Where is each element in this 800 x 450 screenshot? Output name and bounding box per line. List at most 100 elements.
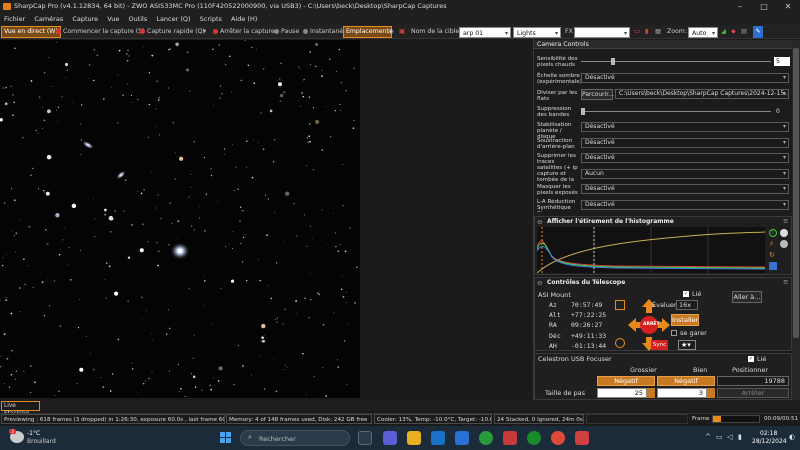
live-stacking-tab[interactable]: Live Stacking — [1, 401, 40, 417]
menu-file[interactable]: Fichier — [4, 15, 25, 23]
app-green2-icon[interactable] — [527, 431, 541, 445]
target-name-input[interactable]: arp 01 — [459, 27, 511, 39]
fine-negative-button[interactable]: Négatif — [657, 376, 715, 386]
banding-slider[interactable] — [581, 111, 771, 112]
chrome-icon[interactable] — [551, 431, 565, 445]
position-input[interactable]: 19788 — [717, 376, 789, 386]
sync-button[interactable]: Sync — [651, 340, 668, 350]
star-reduction-select[interactable]: Désactivé — [581, 200, 789, 210]
menu-help[interactable]: Aide (H) — [231, 15, 257, 23]
menu-capture[interactable]: Capture — [72, 15, 98, 23]
store-icon[interactable] — [455, 431, 469, 445]
background-sub-select[interactable]: Désactivé — [581, 138, 789, 148]
scrollbar-thumb[interactable] — [793, 48, 799, 338]
west-arrow[interactable] — [628, 318, 642, 332]
grid-icon[interactable]: ▦ — [655, 26, 661, 38]
browse-button[interactable]: Parcourir... — [581, 89, 614, 100]
menu-tools[interactable]: Outils — [128, 15, 147, 23]
hotpixel-slider-handle[interactable] — [611, 58, 615, 65]
star-select[interactable]: ★▾ — [678, 340, 696, 350]
frame-type-select[interactable]: Lights — [513, 27, 561, 39]
exposed-pixels-select[interactable]: Désactivé — [581, 184, 789, 194]
pause-button[interactable]: Pause — [274, 26, 299, 38]
stabilization-select[interactable]: Désactivé — [581, 122, 789, 132]
sharpcap-icon[interactable] — [575, 431, 589, 445]
edge-icon[interactable] — [431, 431, 445, 445]
info-icon[interactable]: i — [769, 229, 777, 237]
menu-view[interactable]: Vue — [107, 15, 119, 23]
quick-capture-dropdown[interactable]: ▾ — [203, 26, 206, 38]
star — [353, 67, 355, 70]
pin-icon[interactable]: ✎ — [753, 26, 763, 38]
goto-button[interactable]: Aller à... — [732, 291, 762, 303]
focuser-stop-button[interactable]: Arrêter — [717, 388, 789, 398]
stop-capture-button[interactable]: Arrêter la capture — [213, 26, 275, 38]
histogram-menu-icon[interactable]: ≡ — [783, 217, 788, 225]
telescope-menu-icon[interactable]: ≡ — [783, 278, 788, 286]
rate-select[interactable]: 16x — [676, 300, 698, 310]
app-green-icon[interactable] — [479, 431, 493, 445]
save-icon[interactable] — [769, 262, 777, 270]
coarse-negative-button[interactable]: Négatif — [597, 376, 655, 386]
histogram-chart[interactable] — [537, 227, 765, 273]
dark-scale-select[interactable]: Désactivé — [581, 73, 789, 83]
park-checkbox[interactable] — [671, 330, 677, 336]
coarse-step-input[interactable]: 25 — [597, 388, 647, 398]
settings-icon[interactable]: ▤ — [741, 26, 747, 38]
tray-chevron-icon[interactable]: ^ — [705, 433, 711, 441]
menu-cameras[interactable]: Caméras — [34, 15, 63, 23]
reset-icon[interactable] — [780, 240, 788, 248]
hotpixel-value[interactable]: 5 — [774, 57, 790, 66]
teams-icon[interactable] — [383, 431, 397, 445]
live-view-button[interactable]: Vue en direct (W) — [1, 26, 61, 38]
search-box[interactable]: ⌕ Rechercher — [240, 430, 350, 446]
fine-step-spinner[interactable] — [707, 388, 715, 398]
fine-step-input[interactable]: 3 — [657, 388, 707, 398]
banding-value[interactable]: 0 — [774, 107, 790, 116]
lightning-icon[interactable]: ⚡ — [769, 240, 774, 248]
install-button[interactable]: Installer — [671, 314, 699, 326]
banding-slider-handle[interactable] — [581, 108, 585, 115]
zoom-select[interactable]: Auto — [688, 27, 718, 39]
snapshot-button[interactable]: Instantané — [303, 26, 343, 38]
app-red-icon[interactable] — [503, 431, 517, 445]
minimize-button[interactable]: – — [728, 0, 752, 13]
maximize-button[interactable]: □ — [752, 0, 776, 13]
save-location-button[interactable]: Emplacement — [343, 26, 392, 38]
contrast-icon[interactable] — [780, 229, 788, 237]
file-explorer-icon[interactable] — [407, 431, 421, 445]
menu-launch[interactable]: Lancer (Q) — [156, 15, 190, 23]
collapse-icon[interactable]: ⊖ — [537, 279, 542, 287]
satellite-mode-select[interactable]: Aucun — [581, 169, 789, 179]
linked-checkbox[interactable]: ✓ — [683, 291, 689, 297]
clock-time[interactable]: 02:18 — [760, 430, 777, 437]
clock-date[interactable]: 28/12/2024 — [752, 438, 787, 445]
volume-icon[interactable]: ◁ — [727, 433, 732, 441]
fps-icon[interactable]: ▭ — [634, 26, 640, 38]
close-button[interactable]: ✕ — [776, 0, 800, 13]
red-icon[interactable]: ▮ — [645, 26, 648, 38]
image-viewer[interactable] — [0, 40, 360, 398]
alert-icon[interactable]: ◆ — [731, 26, 736, 38]
flats-path-select[interactable]: C:\Users\beck\Desktop\SharpCap Captures\… — [615, 89, 789, 99]
reticle-icon[interactable]: ◉ — [388, 26, 393, 38]
network-icon[interactable]: ▭ — [716, 433, 723, 441]
histogram-icon[interactable]: ◢ — [721, 26, 726, 38]
coarse-step-spinner[interactable] — [647, 388, 655, 398]
quick-capture-button[interactable]: Capture rapide (Q) — [140, 26, 205, 38]
menu-scripts[interactable]: Scripts — [200, 15, 222, 23]
fx-select[interactable] — [574, 27, 630, 39]
target-icon[interactable] — [615, 338, 625, 348]
park-icon[interactable] — [615, 300, 625, 310]
focuser-linked-checkbox[interactable]: ✓ — [748, 356, 754, 362]
start-icon[interactable] — [220, 432, 232, 444]
collapse-icon[interactable]: ⊖ — [537, 218, 542, 226]
task-view-icon[interactable] — [358, 431, 372, 445]
hotpixel-slider[interactable] — [581, 61, 771, 62]
panel-scrollbar[interactable] — [792, 40, 800, 400]
refresh-icon[interactable]: ↻ — [769, 251, 775, 259]
notification-icon[interactable]: ◐ — [789, 433, 795, 441]
satellite-select[interactable]: Désactivé — [581, 153, 789, 163]
battery-icon[interactable]: ▮ — [738, 433, 742, 441]
start-capture-button[interactable]: Commencer la capture (S) — [56, 26, 145, 38]
